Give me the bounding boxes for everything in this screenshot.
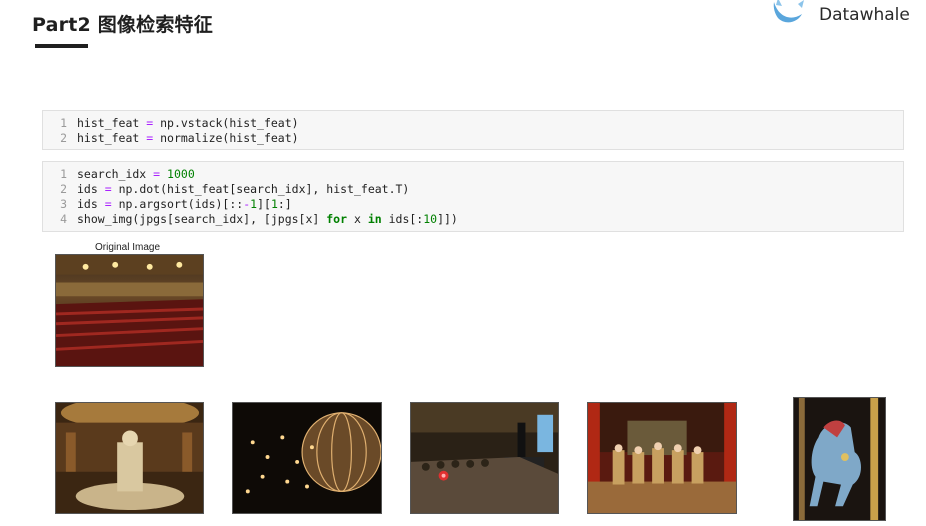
code-text: show_img(jpgs[search_idx], [jpgs[x] for …: [77, 212, 458, 226]
code-line: 1 search_idx = 1000: [43, 167, 903, 182]
whale-logo-icon: [773, 0, 804, 23]
result-image-3: [410, 402, 559, 514]
code-line: 2 hist_feat = normalize(hist_feat): [43, 131, 903, 146]
line-number: 1: [60, 116, 67, 130]
code-line: 1 hist_feat = np.vstack(hist_feat): [43, 116, 903, 131]
line-number: 2: [60, 182, 67, 196]
brand-name: Datawhale: [819, 5, 910, 25]
code-cell-1[interactable]: 1 hist_feat = np.vstack(hist_feat) 2 hist_…: [42, 110, 904, 150]
result-image-5: [793, 397, 886, 521]
original-image-caption: Original Image: [95, 242, 161, 253]
result-image-2: [232, 402, 382, 514]
result-image-4: [587, 402, 737, 514]
code-text: ids = np.dot(hist_feat[search_idx], hist…: [77, 182, 410, 196]
title-underline: [35, 44, 88, 48]
code-line: 2 ids = np.dot(hist_feat[search_idx], his…: [43, 182, 903, 197]
slide-title: Part2 图像检索特征: [32, 14, 213, 36]
line-number: 4: [60, 212, 67, 226]
result-image-1: [55, 402, 204, 514]
code-text: search_idx = 1000: [77, 167, 195, 181]
code-cell-2[interactable]: 1 search_idx = 1000 2 ids = np.dot(hist_fe…: [42, 161, 904, 232]
code-text: hist_feat = normalize(hist_feat): [77, 131, 299, 145]
original-image: [55, 254, 204, 367]
line-number: 3: [60, 197, 67, 211]
code-line: 4 show_img(jpgs[search_idx], [jpgs[x] for…: [43, 212, 903, 227]
code-line: 3 ids = np.argsort(ids)[::-1][1:]: [43, 197, 903, 212]
code-text: ids = np.argsort(ids)[::-1][1:]: [77, 197, 292, 211]
line-number: 1: [60, 167, 67, 181]
line-number: 2: [60, 131, 67, 145]
code-text: hist_feat = np.vstack(hist_feat): [77, 116, 299, 130]
